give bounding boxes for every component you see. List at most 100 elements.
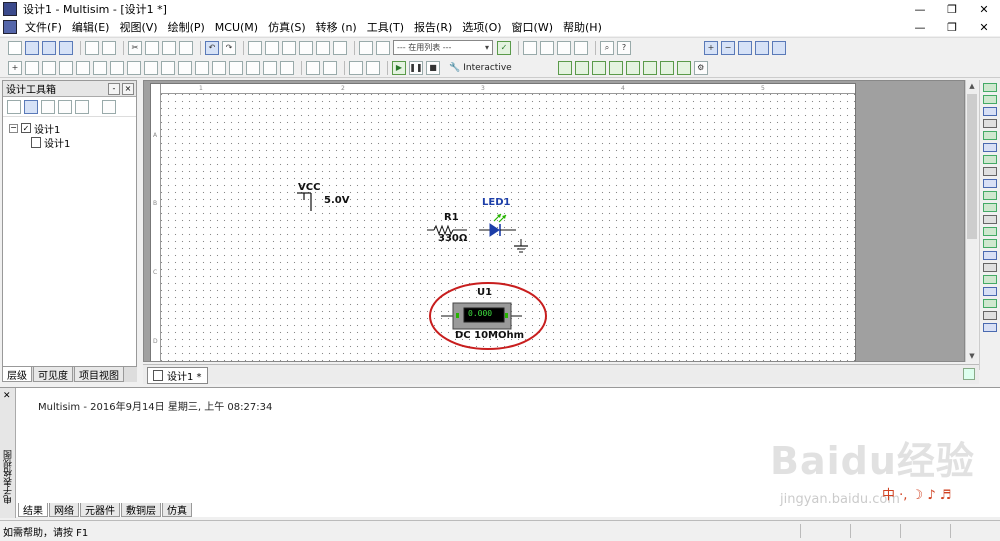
menu-mcu[interactable]: MCU(M) [210, 21, 263, 34]
wattmeter-icon[interactable] [983, 107, 997, 116]
annotate-menu-icon[interactable] [574, 40, 588, 55]
close-design-icon[interactable] [58, 99, 72, 114]
multimeter-instrument-icon[interactable] [983, 83, 997, 92]
place-misc-digital-icon[interactable] [127, 60, 141, 75]
menu-help[interactable]: 帮助(H) [558, 19, 607, 35]
labview-instrument-icon[interactable] [983, 299, 997, 308]
probe-current-icon[interactable] [574, 60, 589, 75]
minimize-button[interactable]: — [904, 0, 936, 18]
back-annotate-icon[interactable] [523, 40, 537, 55]
place-mixed-icon[interactable] [144, 60, 158, 75]
doc-minimize-button[interactable]: — [904, 18, 936, 36]
frequency-counter-icon[interactable] [983, 155, 997, 164]
spectrum-analyzer-icon[interactable] [983, 227, 997, 236]
panel-close-icon[interactable]: × [122, 82, 134, 95]
menu-edit[interactable]: 编辑(E) [67, 19, 115, 35]
fullscreen-icon[interactable] [248, 40, 262, 55]
menu-file[interactable]: 文件(F) [20, 19, 67, 35]
grapher-icon[interactable] [299, 40, 313, 55]
place-electromechanical-icon[interactable] [246, 60, 260, 75]
logic-converter-icon[interactable] [983, 179, 997, 188]
tab-simulation[interactable]: 仿真 [162, 503, 192, 517]
function-generator-icon[interactable] [983, 95, 997, 104]
logic-analyzer-icon[interactable] [983, 191, 997, 200]
connector-icon[interactable] [349, 60, 363, 75]
tree-root[interactable]: − ✓ 设计1 [9, 121, 130, 136]
menu-window[interactable]: 窗口(W) [507, 19, 558, 35]
refresh-icon[interactable] [102, 99, 116, 114]
zoom-area-icon[interactable] [738, 40, 752, 55]
open-design-icon[interactable] [24, 99, 38, 114]
maximize-button[interactable]: ❐ [936, 0, 968, 18]
tektronix-oscilloscope-icon[interactable] [983, 287, 997, 296]
stop-icon[interactable]: ■ [426, 60, 440, 75]
schematic-workspace[interactable]: 1 2 3 4 5 A B C D VCC 5.0V R1 330Ω LED1 … [143, 80, 965, 362]
ime-toolbar[interactable]: 中 ·, ☽ ♪ ♬ [882, 484, 951, 503]
place-advanced-peripherals-icon[interactable] [212, 60, 226, 75]
iv-analyzer-icon[interactable] [983, 203, 997, 212]
agilent-multimeter-icon[interactable] [983, 263, 997, 272]
cut-icon[interactable]: ✂ [128, 40, 142, 55]
menu-reports[interactable]: 报告(R) [409, 19, 457, 35]
tree-child[interactable]: 设计1 [9, 135, 130, 150]
menu-view[interactable]: 视图(V) [114, 19, 162, 35]
tab-results[interactable]: 结果 [18, 503, 48, 517]
scroll-up-arrow[interactable]: ▲ [966, 80, 978, 92]
paste-icon[interactable] [162, 40, 176, 55]
help-icon[interactable]: ? [617, 40, 631, 55]
gear-icon[interactable]: ⚙ [693, 60, 708, 75]
fullscreen-zoom-icon[interactable] [772, 40, 786, 55]
menu-place[interactable]: 绘制(P) [163, 19, 210, 35]
new-design-icon[interactable] [7, 99, 21, 114]
zoom-in-icon[interactable]: + [704, 40, 718, 55]
bus-icon[interactable] [323, 60, 337, 75]
led-led1[interactable] [479, 213, 516, 237]
probe-voltage-icon[interactable] [557, 60, 572, 75]
doc-close-button[interactable]: ✕ [968, 18, 1000, 36]
print-icon[interactable] [85, 40, 99, 55]
place-transistor-icon[interactable] [59, 60, 73, 75]
canvas-vertical-scrollbar[interactable]: ▲ ▼ [965, 80, 977, 362]
probe-differential-icon[interactable] [608, 60, 623, 75]
place-ni-icon[interactable] [263, 60, 277, 75]
doc-restore-button[interactable]: ❐ [936, 18, 968, 36]
delete-design-icon[interactable] [75, 99, 89, 114]
save-icon[interactable] [59, 40, 73, 55]
probe-icon[interactable] [366, 60, 380, 75]
place-indicator-icon[interactable] [161, 60, 175, 75]
hierarchical-block-icon[interactable] [306, 60, 320, 75]
place-ttl-icon[interactable] [93, 60, 107, 75]
open-sample-icon[interactable] [42, 40, 56, 55]
undo-icon[interactable]: ↶ [205, 40, 219, 55]
interactive-selector[interactable]: 🔧 Interactive [449, 63, 512, 73]
place-cmos-icon[interactable] [110, 60, 124, 75]
zoom-sheet-icon[interactable] [755, 40, 769, 55]
place-basic-icon[interactable] [25, 60, 39, 75]
scroll-thumb[interactable] [967, 94, 977, 239]
ni-elvis-icon[interactable] [983, 311, 997, 320]
place-diode-icon[interactable] [42, 60, 56, 75]
place-power-icon[interactable] [178, 60, 192, 75]
oscilloscope-icon[interactable] [983, 119, 997, 128]
menu-tools[interactable]: 工具(T) [362, 19, 409, 35]
menu-transfer[interactable]: 转移 (n) [311, 19, 362, 35]
save-design-icon[interactable] [41, 99, 55, 114]
four-channel-oscilloscope-icon[interactable] [983, 131, 997, 140]
agilent-function-generator-icon[interactable] [983, 251, 997, 260]
place-source-icon[interactable]: + [8, 60, 22, 75]
transfer-icon[interactable] [557, 40, 571, 55]
ground-symbol[interactable] [514, 239, 528, 253]
current-probe-icon[interactable] [983, 323, 997, 332]
distortion-analyzer-icon[interactable] [983, 215, 997, 224]
probe-power-icon[interactable] [591, 60, 606, 75]
probe-reference-icon[interactable] [625, 60, 640, 75]
print-preview-icon[interactable] [102, 40, 116, 55]
database-icon[interactable] [333, 40, 347, 55]
place-analog-icon[interactable] [76, 60, 90, 75]
bode-plotter-icon[interactable] [983, 143, 997, 152]
menu-options[interactable]: 选项(O) [457, 19, 506, 35]
tab-copper-layers[interactable]: 敷铜层 [121, 503, 161, 517]
forward-annotate-icon[interactable] [540, 40, 554, 55]
scroll-down-arrow[interactable]: ▼ [966, 350, 978, 362]
menu-simulate[interactable]: 仿真(S) [263, 19, 311, 35]
